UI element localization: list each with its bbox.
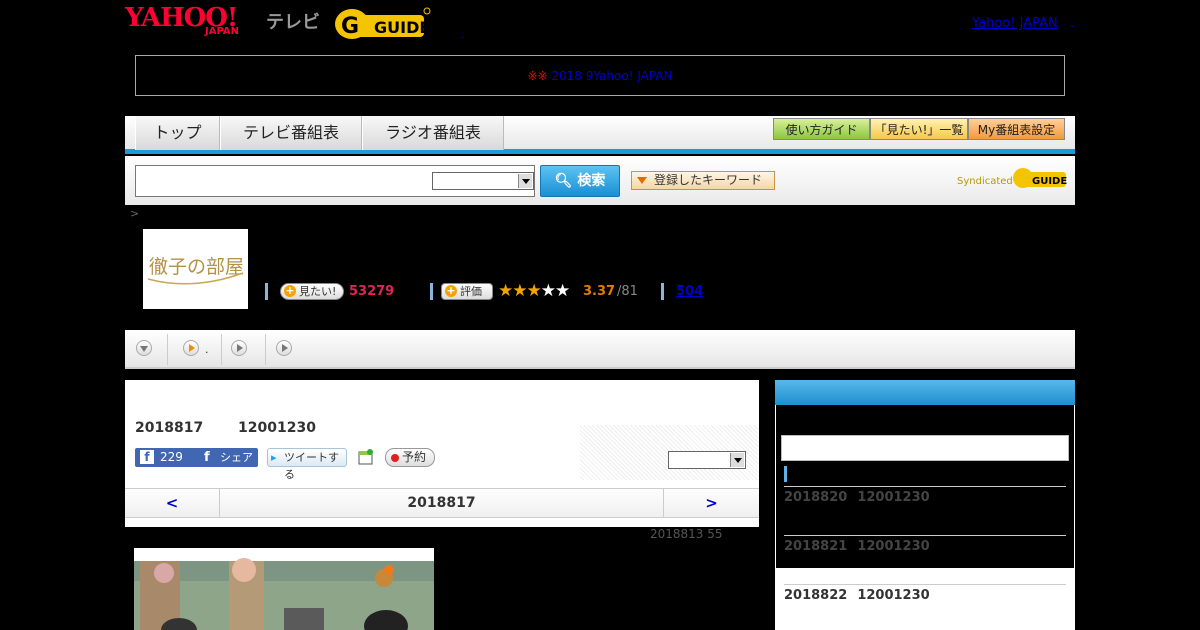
svg-text:GUIDE: GUIDE: [374, 18, 430, 37]
update-note: 2018813 55: [650, 527, 723, 541]
tab-divider: [265, 334, 266, 365]
sidebar-search-input[interactable]: [781, 435, 1069, 461]
separator: [661, 283, 664, 300]
rating-stars: ★★★★★: [498, 281, 570, 301]
notice-box: ※※ 2018 9Yahoo! JAPAN: [135, 55, 1065, 96]
program-logo-image: 徹子の部屋: [143, 229, 248, 309]
usage-guide-button[interactable]: 使い方ガイド: [773, 118, 870, 140]
episode-panel: 2018817 12001230 f 229 f シェア ▸ ツイートする 予約 …: [125, 380, 759, 527]
syndicated-logo-text: GUIDE: [1032, 176, 1067, 187]
chevron-down-icon: [518, 174, 532, 188]
facebook-icon: f: [204, 450, 210, 465]
syndicated-label: Syndicated: [957, 176, 1013, 187]
global-nav: トップ テレビ番組表 ラジオ番組表 使い方ガイド 「見たい!」一覧 My番組表設…: [125, 116, 1075, 154]
day-navigation: < 2018817 >: [125, 488, 759, 518]
search-bar: 🔍︎ 検索 登録したキーワード Syndicated GUIDE: [125, 156, 1075, 205]
japan-logo-text: JAPAN: [205, 26, 239, 37]
want-button[interactable]: 見たい!: [280, 283, 344, 300]
tab-label[interactable]: .: [205, 343, 209, 356]
previous-day-link[interactable]: <: [125, 489, 220, 517]
sidebar-section-marker: [784, 466, 787, 482]
play-icon[interactable]: [183, 340, 199, 356]
next-day-link[interactable]: >: [663, 489, 759, 517]
rating-count: /81: [617, 284, 638, 299]
notice-mark: ※※: [527, 69, 548, 83]
air-date: 2018817: [135, 420, 204, 436]
play-icon[interactable]: [231, 340, 247, 356]
separator: [430, 283, 433, 300]
schedule-time: 12001230: [857, 539, 930, 554]
divider: [784, 486, 1066, 487]
schedule-date: 2018822: [784, 588, 848, 603]
tab-radio-guide[interactable]: ラジオ番組表: [362, 116, 504, 150]
schedule-date: 2018821: [784, 539, 848, 554]
search-category-select[interactable]: [432, 172, 534, 190]
search-button-label: 検索: [577, 173, 606, 189]
tweet-label: ツイートする: [284, 451, 339, 481]
reserve-button[interactable]: 予約: [385, 448, 435, 467]
play-icon[interactable]: [276, 340, 292, 356]
gguide-small-logo-icon: GUIDE: [1013, 168, 1067, 188]
program-thumbnail: 徹子の部屋: [143, 229, 248, 309]
syndicated-gguide-logo: Syndicated GUIDE: [957, 164, 1067, 194]
breadcrumb: >: [130, 207, 140, 220]
tab-tv-guide[interactable]: テレビ番組表: [220, 116, 362, 150]
chevron-down-icon: [730, 453, 744, 467]
twitter-bird-icon: ▸: [271, 451, 277, 464]
sidebar-item-schedule[interactable]: 2018821 12001230: [784, 539, 930, 554]
want-count: 53279: [349, 284, 395, 299]
facebook-icon: f: [140, 450, 154, 464]
facebook-share-button[interactable]: f シェア: [198, 448, 258, 467]
my-guide-settings-button[interactable]: My番組表設定: [968, 118, 1065, 140]
calendar-add-icon[interactable]: [358, 448, 374, 466]
tweet-button[interactable]: ▸ ツイートする: [267, 448, 347, 481]
facebook-share-label: シェア: [220, 451, 253, 464]
air-time: 12001230: [238, 420, 316, 436]
sidebar-header: [775, 380, 1075, 405]
notice-link[interactable]: 2018 9Yahoo! JAPAN: [551, 69, 732, 83]
divider: [784, 584, 1066, 585]
svg-text:G: G: [341, 14, 359, 39]
current-day-title: 2018817: [407, 495, 476, 511]
program-tab-strip: .: [125, 330, 1075, 369]
sidebar-item-schedule[interactable]: 2018822 12001230: [784, 588, 930, 603]
header-link-dot[interactable]: .: [461, 30, 464, 41]
program-logo-text: 徹子の部屋: [149, 256, 244, 278]
schedule-time: 12001230: [857, 588, 930, 603]
gguide-logo[interactable]: GUIDE G: [334, 6, 432, 40]
rate-button[interactable]: 評価: [441, 283, 493, 300]
review-count-link[interactable]: 504: [676, 284, 703, 299]
tab-divider: [221, 334, 222, 365]
schedule-time: 12001230: [857, 490, 930, 505]
chevron-down-icon[interactable]: [136, 340, 152, 356]
saved-keywords-button[interactable]: 登録したキーワード: [631, 171, 775, 190]
search-icon: 🔍︎: [554, 173, 573, 189]
episode-select[interactable]: [668, 451, 746, 469]
rating-score: 3.37: [583, 284, 616, 299]
schedule-date: 2018820: [784, 490, 848, 505]
search-button[interactable]: 🔍︎ 検索: [540, 165, 620, 197]
sidebar-item-schedule[interactable]: 2018820 12001230: [784, 490, 930, 505]
tab-divider: [167, 334, 168, 365]
want-list-button[interactable]: 「見たい!」一覧: [870, 118, 968, 140]
separator: [265, 283, 268, 300]
header-link-dot-2[interactable]: .: [1070, 16, 1074, 31]
studio-photo-image: [134, 558, 434, 630]
tv-logo[interactable]: テレビ: [266, 8, 320, 34]
episode-photo: [134, 548, 434, 630]
tab-top[interactable]: トップ: [135, 116, 220, 150]
divider: [784, 535, 1066, 536]
yahoo-japan-link[interactable]: Yahoo! JAPAN: [972, 16, 1058, 31]
facebook-like-count: 229: [160, 450, 183, 464]
